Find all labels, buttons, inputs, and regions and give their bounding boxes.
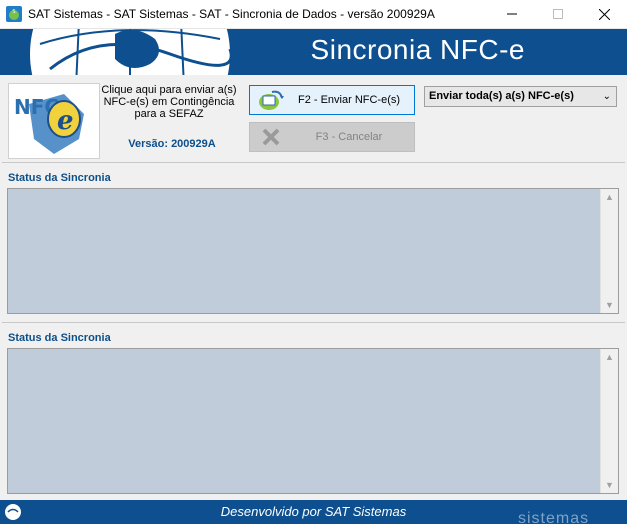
send-hint-text: Clique aqui para enviar a(s) NFC-e(s) em… xyxy=(101,84,237,120)
scroll-up-icon[interactable]: ▲ xyxy=(601,189,618,205)
maximize-icon xyxy=(553,9,563,19)
footer-brand: sistemas xyxy=(518,510,590,524)
cancel-button[interactable]: F3 - Cancelar xyxy=(249,122,415,152)
send-nfce-icon xyxy=(259,90,284,110)
section-divider xyxy=(2,322,625,323)
version-label: Versão: 200929A xyxy=(128,138,216,150)
svg-text:S: S xyxy=(12,9,15,15)
globe-icon xyxy=(30,29,233,75)
vertical-scrollbar[interactable]: ▲ ▼ xyxy=(600,189,618,313)
vertical-scrollbar[interactable]: ▲ ▼ xyxy=(600,349,618,493)
cancel-label: F3 - Cancelar xyxy=(315,131,383,143)
cancel-x-icon xyxy=(262,128,280,146)
send-mode-select[interactable]: Enviar toda(s) a(s) NFC-e(s) ⌄ xyxy=(424,86,617,107)
window-title: SAT Sistemas - SAT Sistemas - SAT - Sinc… xyxy=(28,7,435,21)
scroll-up-icon[interactable]: ▲ xyxy=(601,349,618,365)
status-memo-2[interactable]: ▲ ▼ xyxy=(7,348,619,494)
title-bar: S SAT Sistemas - SAT Sistemas - SAT - Si… xyxy=(0,0,627,29)
header-banner: Sincronia NFC-e xyxy=(0,29,627,75)
maximize-button[interactable] xyxy=(535,0,581,28)
banner-title: Sincronia NFC-e xyxy=(310,34,525,65)
app-icon: S xyxy=(6,6,22,22)
footer-bar: Desenvolvido por SAT Sistemas sistemas xyxy=(0,500,627,524)
close-button[interactable] xyxy=(581,0,627,28)
scroll-down-icon[interactable]: ▼ xyxy=(601,297,618,313)
status-section-label-1: Status da Sincronia xyxy=(8,172,111,184)
scroll-down-icon[interactable]: ▼ xyxy=(601,477,618,493)
section-divider xyxy=(2,162,625,163)
send-mode-value: Enviar toda(s) a(s) NFC-e(s) xyxy=(429,90,574,102)
nfce-logo: NFC e xyxy=(8,83,100,159)
nfce-logo-icon: NFC e xyxy=(14,94,84,154)
status-section-label-2: Status da Sincronia xyxy=(8,332,111,344)
send-nfce-button[interactable]: F2 - Enviar NFC-e(s) xyxy=(249,85,415,115)
status-memo-1[interactable]: ▲ ▼ xyxy=(7,188,619,314)
minimize-icon xyxy=(507,13,517,15)
minimize-button[interactable] xyxy=(489,0,535,28)
send-nfce-label: F2 - Enviar NFC-e(s) xyxy=(297,94,401,106)
close-icon xyxy=(598,8,610,20)
chevron-down-icon: ⌄ xyxy=(602,91,611,102)
svg-text:e: e xyxy=(57,106,74,136)
